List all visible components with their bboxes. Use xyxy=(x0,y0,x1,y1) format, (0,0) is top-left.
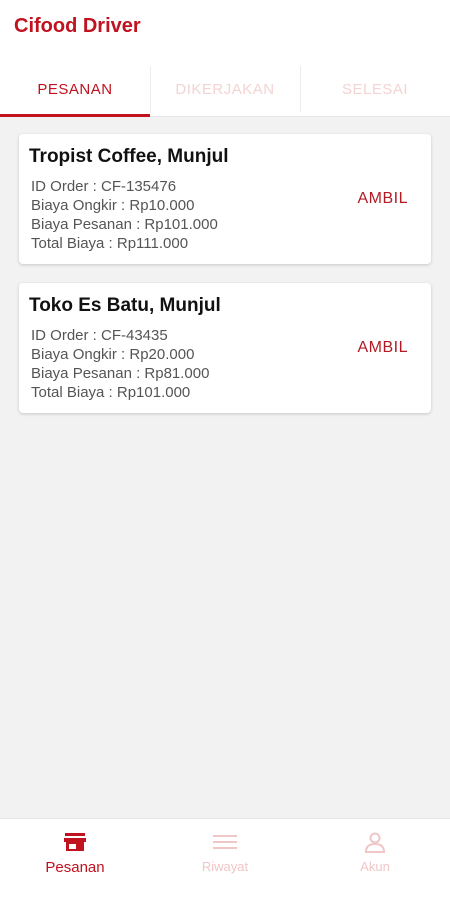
merchant-name: Toko Es Batu, Munjul xyxy=(29,295,221,316)
order-details: ID Order : CF-135476 Biaya Ongkir : Rp10… xyxy=(31,177,218,253)
order-cost: Biaya Pesanan : Rp101.000 xyxy=(31,216,218,233)
nav-item-pesanan[interactable]: Pesanan xyxy=(0,829,150,889)
menu-icon xyxy=(213,829,237,855)
nav-label: Pesanan xyxy=(45,859,105,876)
tab-selesai[interactable]: SELESAI xyxy=(300,62,450,116)
nav-item-riwayat[interactable]: Riwayat xyxy=(150,829,300,889)
tab-bar: PESANAN DIKERJAKAN SELESAI xyxy=(0,62,450,117)
nav-label: Riwayat xyxy=(201,859,249,874)
total-cost: Total Biaya : Rp101.000 xyxy=(31,384,191,401)
app-title: Cifood Driver xyxy=(14,15,141,37)
nav-item-akun[interactable]: Akun xyxy=(300,829,450,889)
order-list: Tropist Coffee, Munjul ID Order : CF-135… xyxy=(19,134,431,432)
tab-label: DIKERJAKAN xyxy=(175,80,275,98)
bottom-navigation: Pesanan Riwayat Akun xyxy=(0,818,450,901)
take-order-button[interactable]: AMBIL xyxy=(357,339,408,357)
merchant-name: Tropist Coffee, Munjul xyxy=(29,146,229,167)
person-icon xyxy=(364,829,386,855)
tab-label: SELESAI xyxy=(341,80,409,98)
nav-label: Akun xyxy=(360,859,390,874)
order-details: ID Order : CF-43435 Biaya Ongkir : Rp20.… xyxy=(31,326,209,402)
tab-indicator xyxy=(0,114,150,117)
order-id: ID Order : CF-135476 xyxy=(31,178,177,195)
order-card[interactable]: Tropist Coffee, Munjul ID Order : CF-135… xyxy=(19,134,431,264)
delivery-fee: Biaya Ongkir : Rp10.000 xyxy=(31,197,195,214)
take-order-button[interactable]: AMBIL xyxy=(357,190,408,208)
order-id: ID Order : CF-43435 xyxy=(31,327,168,344)
tab-dikerjakan[interactable]: DIKERJAKAN xyxy=(150,62,300,116)
store-icon xyxy=(64,829,86,855)
app-bar: Cifood Driver xyxy=(0,0,450,62)
order-cost: Biaya Pesanan : Rp81.000 xyxy=(31,365,210,382)
tab-label: PESANAN xyxy=(37,80,113,98)
order-card[interactable]: Toko Es Batu, Munjul ID Order : CF-43435… xyxy=(19,283,431,413)
delivery-fee: Biaya Ongkir : Rp20.000 xyxy=(31,346,195,363)
total-cost: Total Biaya : Rp111.000 xyxy=(31,235,189,252)
tab-pesanan[interactable]: PESANAN xyxy=(0,62,150,117)
